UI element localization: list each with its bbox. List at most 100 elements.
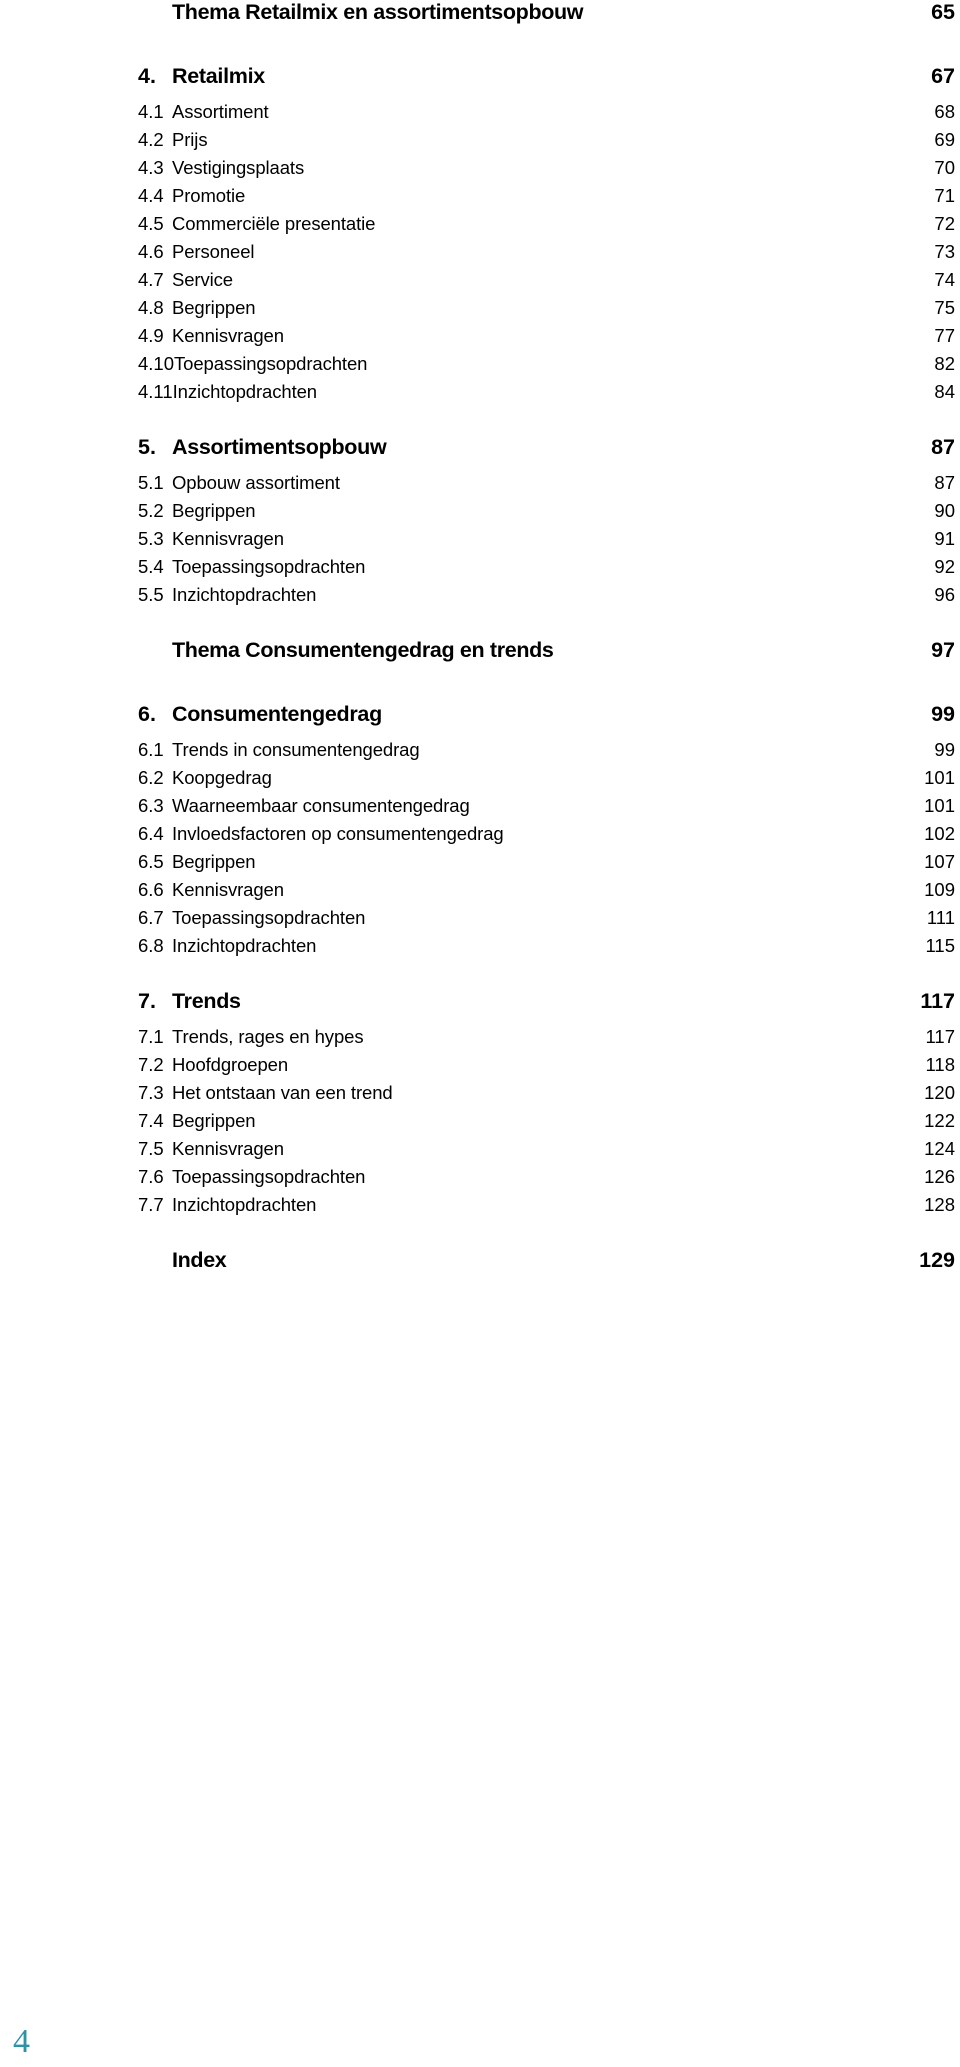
toc-theme-row[interactable]: Index 129	[0, 1248, 960, 1286]
toc-section-row[interactable]: 7.3 Het ontstaan van een trend 120	[0, 1082, 960, 1110]
toc-section-row[interactable]: 5.3 Kennisvragen 91	[0, 528, 960, 556]
toc-section-row[interactable]: 4.3 Vestigingsplaats 70	[0, 157, 960, 185]
toc-section-row[interactable]: 6.7 Toepassingsopdrachten 111	[0, 907, 960, 935]
toc-entry-title: Hoofdgroepen	[172, 1054, 289, 1075]
toc-entry-number: 4.9	[138, 325, 164, 346]
toc-entry-number: 6.1	[138, 739, 164, 760]
toc-entry-title: Kennisvragen	[172, 325, 284, 346]
toc-section-row[interactable]: 5.4 Toepassingsopdrachten 92	[0, 556, 960, 584]
toc-entry-number: 7.3	[138, 1082, 164, 1103]
toc-entry-page-number: 122	[924, 1110, 955, 1131]
toc-entry-page-number: 99	[931, 702, 955, 726]
toc-entry-page-number: 117	[925, 1026, 956, 1047]
toc-section-row[interactable]: 7.7 Inzichtopdrachten 128	[0, 1194, 960, 1222]
toc-section-row[interactable]: 6.5 Begrippen 107	[0, 851, 960, 879]
toc-entry-page-number: 92	[934, 556, 955, 577]
toc-entry-title: Inzichtopdrachten	[172, 381, 317, 402]
toc-entry-page-number: 128	[924, 1194, 955, 1215]
toc-entry-title: Toepassingsopdrachten	[172, 556, 366, 577]
toc-section-row[interactable]: 4.5 Commerciële presentatie 72	[0, 213, 960, 241]
toc-chapter-row[interactable]: 6. Consumentengedrag 99	[0, 702, 960, 739]
toc-section-row[interactable]: 7.1 Trends, rages en hypes 117	[0, 1026, 960, 1054]
toc-entry-number: 4.8	[138, 297, 164, 318]
toc-entry-page-number: 82	[934, 353, 955, 374]
toc-entry-page-number: 71	[934, 185, 955, 206]
toc-section-row[interactable]: 7.2 Hoofdgroepen 118	[0, 1054, 960, 1082]
toc-entry-title: Begrippen	[172, 851, 256, 872]
toc-section-row[interactable]: 4.10 Toepassingsopdrachten 82	[0, 353, 960, 381]
toc-entry-title: Trends, rages en hypes	[172, 1026, 364, 1047]
toc-entry-number: 5.4	[138, 556, 164, 577]
toc-entry-number: 4.6	[138, 241, 164, 262]
toc-section-row[interactable]: 5.2 Begrippen 90	[0, 500, 960, 528]
toc-section-row[interactable]: 4.9 Kennisvragen 77	[0, 325, 960, 353]
toc-section-row[interactable]: 4.2 Prijs 69	[0, 129, 960, 157]
toc-entry-number: 4.1	[138, 101, 164, 122]
toc-theme-row[interactable]: Thema Retailmix en assortimentsopbouw 65	[0, 0, 960, 38]
toc-entry-title: Begrippen	[172, 500, 256, 521]
toc-section-row[interactable]: 6.3 Waarneembaar consumentengedrag 101	[0, 795, 960, 823]
toc-entry-title: Prijs	[172, 129, 208, 150]
toc-entry-page-number: 124	[924, 1138, 955, 1159]
toc-entry-page-number: 117	[920, 989, 955, 1013]
toc-entry-title: Service	[172, 269, 233, 290]
toc-entry-number: 7.4	[138, 1110, 164, 1131]
toc-entry-title: Vestigingsplaats	[172, 157, 305, 178]
toc-chapter-row[interactable]: 4. Retailmix 67	[0, 64, 960, 101]
toc-chapter-row[interactable]: 5. Assortimentsopbouw 87	[0, 435, 960, 472]
toc-spacer	[0, 1222, 960, 1248]
toc-entry-number: 4.11	[138, 381, 173, 402]
toc-section-row[interactable]: 6.1 Trends in consumentengedrag 99	[0, 739, 960, 767]
toc-section-row[interactable]: 4.6 Personeel 73	[0, 241, 960, 269]
toc-entry-page-number: 118	[925, 1054, 956, 1075]
toc-entry-title: Personeel	[172, 241, 255, 262]
toc-entry-number: 4.	[138, 64, 156, 88]
toc-theme-row[interactable]: Thema Consumentengedrag en trends 97	[0, 638, 960, 676]
toc-section-row[interactable]: 4.7 Service 74	[0, 269, 960, 297]
toc-entry-title: Toepassingsopdrachten	[172, 907, 366, 928]
toc-entry-page-number: 99	[934, 739, 955, 760]
toc-chapter-row[interactable]: 7. Trends 117	[0, 989, 960, 1026]
toc-section-row[interactable]: 6.2 Koopgedrag 101	[0, 767, 960, 795]
toc-entry-page-number: 77	[934, 325, 955, 346]
toc-section-row[interactable]: 4.4 Promotie 71	[0, 185, 960, 213]
toc-entry-title: Toepassingsopdrachten	[172, 1166, 366, 1187]
toc-entry-page-number: 68	[934, 101, 955, 122]
toc-entry-page-number: 129	[919, 1248, 955, 1272]
toc-section-row[interactable]: 5.5 Inzichtopdrachten 96	[0, 584, 960, 612]
toc-section-row[interactable]: 7.5 Kennisvragen 124	[0, 1138, 960, 1166]
toc-section-row[interactable]: 6.4 Invloedsfactoren op consumentengedrag…	[0, 823, 960, 851]
toc-entry-page-number: 101	[924, 795, 955, 816]
toc-entry-number: 7.	[138, 989, 156, 1013]
toc-section-row[interactable]: 4.8 Begrippen 75	[0, 297, 960, 325]
toc-section-row[interactable]: 6.6 Kennisvragen 109	[0, 879, 960, 907]
toc-entry-page-number: 73	[934, 241, 955, 262]
toc-section-row[interactable]: 5.1 Opbouw assortiment 87	[0, 472, 960, 500]
toc-entry-number: 7.2	[138, 1054, 164, 1075]
toc-entry-page-number: 96	[934, 584, 955, 605]
toc-section-row[interactable]: 4.1 Assortiment 68	[0, 101, 960, 129]
toc-entry-title: Thema Consumentengedrag en trends	[172, 638, 554, 662]
toc-entry-title: Toepassingsopdrachten	[174, 353, 368, 374]
toc-entry-number: 6.2	[138, 767, 164, 788]
toc-entry-number: 6.8	[138, 935, 164, 956]
toc-entry-number: 7.6	[138, 1166, 164, 1187]
toc-entry-number: 6.3	[138, 795, 164, 816]
toc-entry-page-number: 111	[926, 907, 955, 928]
toc-entry-title: Thema Retailmix en assortimentsopbouw	[172, 0, 584, 24]
toc-entry-title: Kennisvragen	[172, 528, 284, 549]
toc-section-row[interactable]: 6.8 Inzichtopdrachten 115	[0, 935, 960, 963]
toc-section-row[interactable]: 4.11 Inzichtopdrachten 84	[0, 381, 960, 409]
toc-entry-title: Consumentengedrag	[172, 702, 382, 726]
toc-section-row[interactable]: 7.4 Begrippen 122	[0, 1110, 960, 1138]
toc-entry-number: 5.5	[138, 584, 164, 605]
toc-spacer	[0, 676, 960, 702]
toc-entry-page-number: 101	[924, 767, 955, 788]
toc-entry-title: Kennisvragen	[172, 1138, 284, 1159]
toc-entry-number: 5.3	[138, 528, 164, 549]
toc-entry-page-number: 102	[924, 823, 955, 844]
toc-entry-page-number: 91	[934, 528, 955, 549]
toc-entry-title: Invloedsfactoren op consumentengedrag	[172, 823, 504, 844]
toc-entry-number: 7.5	[138, 1138, 164, 1159]
toc-section-row[interactable]: 7.6 Toepassingsopdrachten 126	[0, 1166, 960, 1194]
